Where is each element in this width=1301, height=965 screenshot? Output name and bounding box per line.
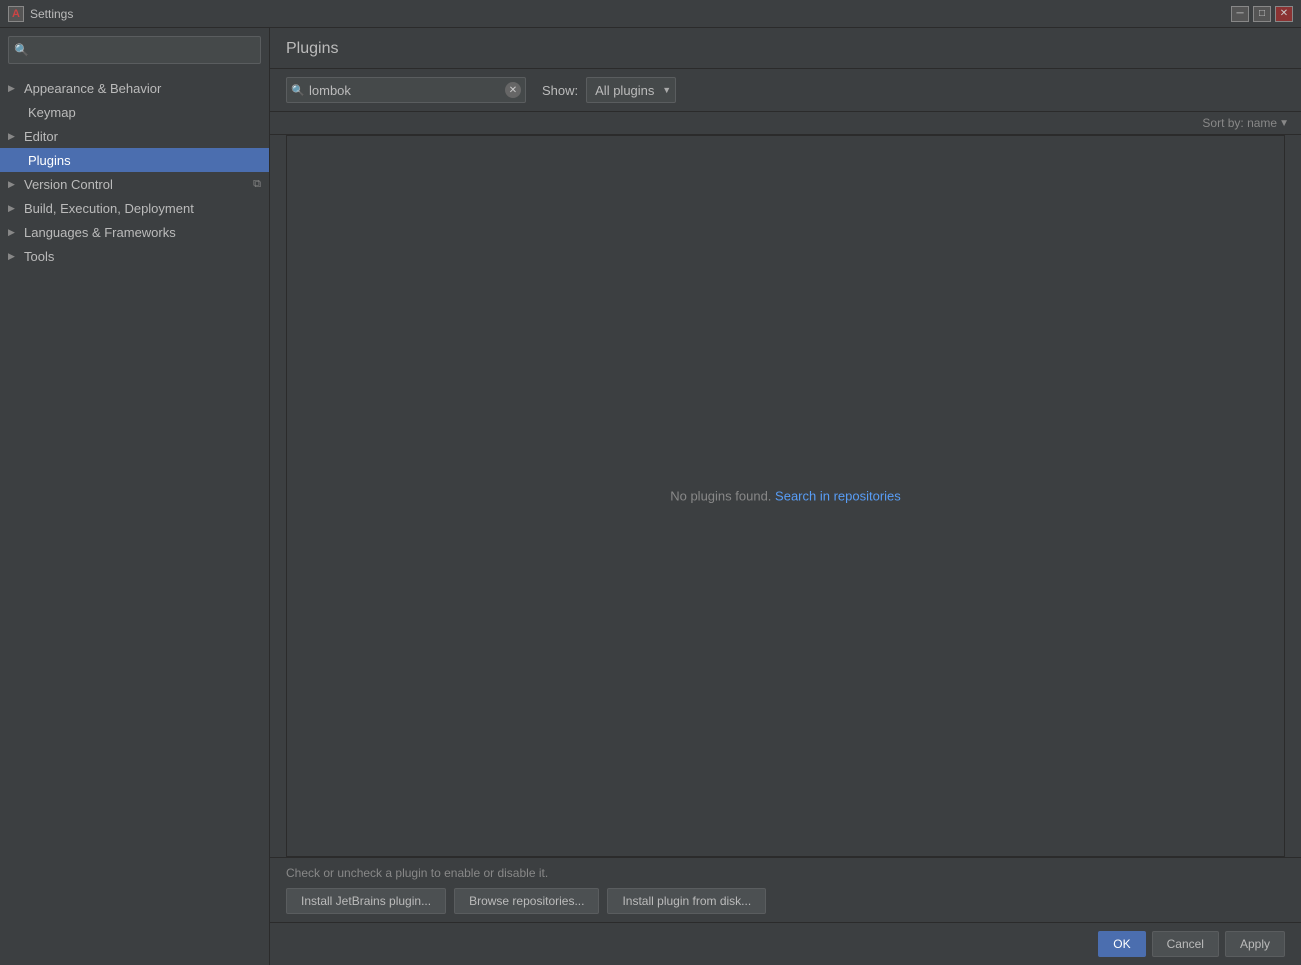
content-header: Plugins: [270, 28, 1301, 69]
clear-search-button[interactable]: ✕: [505, 82, 521, 98]
app-icon: A: [8, 6, 24, 22]
browse-repos-label: Browse repositories...: [469, 894, 584, 908]
sidebar-item-label: Tools: [24, 249, 261, 264]
sidebar-search-wrap: 🔍: [8, 36, 261, 64]
sort-by-link[interactable]: Sort by: name: [1202, 116, 1277, 130]
minimize-button[interactable]: ─: [1231, 6, 1249, 22]
copy-icon: ⧉: [253, 178, 261, 191]
sidebar-item-languages[interactable]: ▶ Languages & Frameworks: [0, 220, 269, 244]
install-from-disk-button[interactable]: Install plugin from disk...: [607, 888, 766, 914]
show-dropdown-wrap: All plugins Enabled Disabled Bundled Cus…: [586, 77, 676, 103]
plugin-search-icon: 🔍: [291, 84, 305, 97]
sidebar-item-label: Languages & Frameworks: [24, 225, 261, 240]
ok-button[interactable]: OK: [1098, 931, 1145, 957]
no-plugins-message: No plugins found. Search in repositories: [670, 489, 901, 504]
sidebar-item-tools[interactable]: ▶ Tools: [0, 244, 269, 268]
chevron-right-icon: ▶: [8, 203, 22, 214]
sidebar-item-editor[interactable]: ▶ Editor: [0, 124, 269, 148]
sidebar-item-label: Editor: [24, 129, 261, 144]
chevron-right-icon: ▶: [8, 179, 22, 190]
window-title: Settings: [30, 7, 73, 21]
dialog-footer: OK Cancel Apply: [270, 922, 1301, 965]
page-title: Plugins: [286, 40, 338, 57]
sort-bar: Sort by: name ▼: [270, 112, 1301, 135]
content-area: Plugins 🔍 ✕ Show: All plugins Enabled Di…: [270, 28, 1301, 965]
close-button[interactable]: ✕: [1275, 6, 1293, 22]
sidebar-search-input[interactable]: [8, 36, 261, 64]
chevron-right-icon: ▶: [8, 251, 22, 262]
footer-buttons: Install JetBrains plugin... Browse repos…: [286, 888, 1285, 914]
sidebar-item-plugins[interactable]: Plugins: [0, 148, 269, 172]
window-controls: ─ □ ✕: [1231, 6, 1293, 22]
show-label: Show:: [542, 83, 578, 98]
main-container: 🔍 ▶ Appearance & Behavior Keymap ▶ Edito…: [0, 28, 1301, 965]
chevron-right-icon: ▶: [8, 131, 22, 142]
apply-button[interactable]: Apply: [1225, 931, 1285, 957]
maximize-button[interactable]: □: [1253, 6, 1271, 22]
sidebar: 🔍 ▶ Appearance & Behavior Keymap ▶ Edito…: [0, 28, 270, 965]
plugins-toolbar: 🔍 ✕ Show: All plugins Enabled Disabled B…: [270, 69, 1301, 112]
no-plugins-text: No plugins found.: [670, 489, 771, 504]
chevron-right-icon: ▶: [8, 227, 22, 238]
sidebar-item-label: Version Control: [24, 177, 249, 192]
search-in-repositories-link[interactable]: Search in repositories: [775, 489, 901, 504]
cancel-button[interactable]: Cancel: [1152, 931, 1219, 957]
sidebar-item-label: Build, Execution, Deployment: [24, 201, 261, 216]
sidebar-nav: ▶ Appearance & Behavior Keymap ▶ Editor …: [0, 72, 269, 965]
title-bar: A Settings ─ □ ✕: [0, 0, 1301, 28]
footer-hint: Check or uncheck a plugin to enable or d…: [286, 866, 1285, 880]
sidebar-item-appearance[interactable]: ▶ Appearance & Behavior: [0, 76, 269, 100]
sidebar-item-version-control[interactable]: ▶ Version Control ⧉: [0, 172, 269, 196]
content-footer: Check or uncheck a plugin to enable or d…: [270, 857, 1301, 922]
sidebar-item-build[interactable]: ▶ Build, Execution, Deployment: [0, 196, 269, 220]
sidebar-item-label: Appearance & Behavior: [24, 81, 261, 96]
plugin-search-wrap: 🔍 ✕: [286, 77, 526, 103]
sort-arrow-icon: ▼: [1279, 118, 1289, 129]
plugin-search-input[interactable]: [286, 77, 526, 103]
sidebar-search-icon: 🔍: [14, 43, 29, 57]
install-jetbrains-button[interactable]: Install JetBrains plugin...: [286, 888, 446, 914]
sidebar-item-label: Keymap: [28, 105, 261, 120]
show-dropdown[interactable]: All plugins Enabled Disabled Bundled Cus…: [586, 77, 676, 103]
browse-repositories-button[interactable]: Browse repositories...: [454, 888, 599, 914]
chevron-right-icon: ▶: [8, 83, 22, 94]
sidebar-item-keymap[interactable]: Keymap: [0, 100, 269, 124]
sidebar-item-label: Plugins: [28, 153, 261, 168]
plugin-list-area: No plugins found. Search in repositories: [286, 135, 1285, 857]
